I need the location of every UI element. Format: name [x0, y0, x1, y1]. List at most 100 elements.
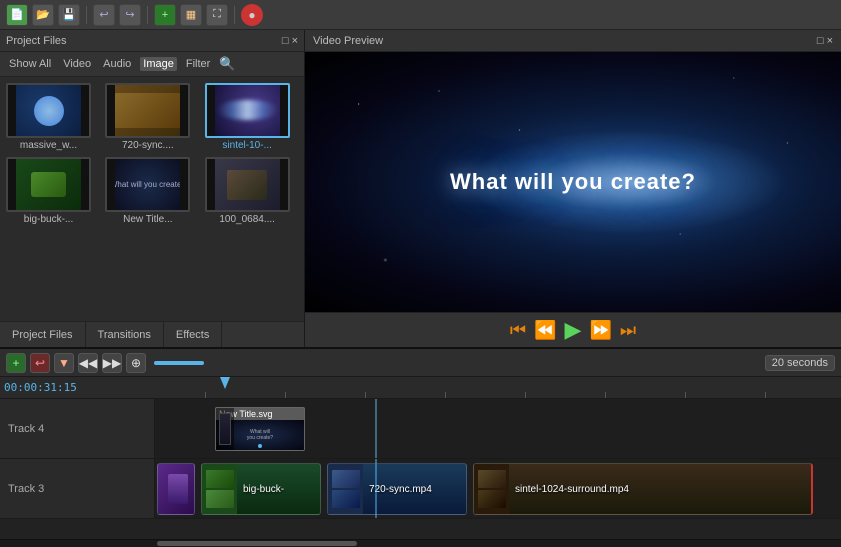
tab-effects[interactable]: Effects [164, 322, 222, 347]
header-icons: □ × [282, 35, 298, 47]
media-label-100_0684: 100_0684.... [205, 214, 290, 225]
filter-audio[interactable]: Audio [100, 57, 134, 71]
clip-sintel[interactable]: sintel-1024-surround.mp4 [473, 463, 813, 515]
clip-sintel-thumb [474, 464, 509, 514]
minimize-icon[interactable]: □ [282, 35, 289, 47]
track-row-4: Track 4 New Title.svg What willyou creat… [0, 399, 841, 459]
media-item-massive[interactable]: massive_w... [6, 83, 99, 151]
jump-end-button[interactable]: ⏭ [620, 321, 636, 339]
right-panel: Video Preview □ × What will you create? … [305, 30, 841, 347]
tab-transitions[interactable]: Transitions [86, 322, 164, 347]
remove-track-button[interactable]: ↩ [30, 353, 50, 373]
preview-close-icon[interactable]: × [827, 35, 833, 47]
add-track-button[interactable]: + [6, 353, 26, 373]
media-label-massive: massive_w... [6, 140, 91, 151]
save-button[interactable]: 💾 [58, 4, 80, 26]
media-thumb-720sync [105, 83, 190, 138]
filter-filter[interactable]: Filter [183, 57, 213, 71]
separator-2 [147, 6, 148, 24]
media-thumb-newtitle: What will you create? [105, 157, 190, 212]
next-track-button[interactable]: ▶▶ [102, 353, 122, 373]
preview-title: Video Preview [313, 35, 383, 47]
ruler-marks: 00:00:40 00:01:00 00:01:20 00:01:40 00:0… [155, 377, 841, 398]
search-icon[interactable]: 🔍 [219, 56, 235, 72]
clip-sintel-label: sintel-1024-surround.mp4 [509, 484, 811, 495]
clip-purple-thumb [158, 464, 195, 514]
new-button[interactable]: 📄 [6, 4, 28, 26]
track4-content: New Title.svg What willyou create? [155, 399, 841, 458]
track3-label: Track 3 [0, 459, 155, 518]
zoom-seconds-badge: 20 seconds [765, 355, 835, 371]
filter-image[interactable]: Image [140, 57, 177, 71]
clip-purple[interactable] [157, 463, 195, 515]
track4-label: Track 4 [0, 399, 155, 458]
open-button[interactable]: 📂 [32, 4, 54, 26]
thumb-bg-newtitle: What will you create? [107, 159, 188, 210]
thumb-bg-100_0684 [207, 159, 288, 210]
timeline-ruler: 00:00:31:15 00:00:40 00:01:00 00:01:20 0… [0, 377, 841, 399]
media-item-newtitle[interactable]: What will you create? New Title... [105, 157, 198, 225]
prev-track-button[interactable]: ◀◀ [78, 353, 98, 373]
track4-playhead [375, 399, 377, 458]
left-panel: Project Files □ × Show All Video Audio I… [0, 30, 305, 347]
timeline-tracks: Track 4 New Title.svg What willyou creat… [0, 399, 841, 539]
clip-720sync[interactable]: 720-sync.mp4 [327, 463, 467, 515]
scrollbar-thumb[interactable] [157, 541, 357, 546]
media-item-bigbuck[interactable]: big-buck-... [6, 157, 99, 225]
filter-track-button[interactable]: ▼ [54, 353, 74, 373]
timecode-display: 00:00:31:15 [4, 381, 77, 394]
filter-bar: Show All Video Audio Image Filter 🔍 [0, 52, 304, 77]
video-preview: What will you create? [305, 52, 841, 312]
media-label-bigbuck: big-buck-... [6, 214, 91, 225]
media-thumb-massive [6, 83, 91, 138]
media-label-newtitle: New Title... [105, 214, 190, 225]
preview-overlay-text: What will you create? [450, 169, 696, 195]
media-label-720sync: 720-sync.... [105, 140, 190, 151]
record-button[interactable]: ● [241, 4, 263, 26]
project-files-title: Project Files [6, 35, 67, 47]
media-thumb-bigbuck [6, 157, 91, 212]
media-label-sintel10: sintel-10-... [205, 140, 290, 151]
media-thumb-sintel10 [205, 83, 290, 138]
thumb-bg-massive [8, 85, 89, 136]
main-area: Project Files □ × Show All Video Audio I… [0, 30, 841, 347]
playback-controls: ⏮ ⏪ ▶ ⏩ ⏭ [305, 312, 841, 347]
timeline-scrollbar [0, 539, 841, 547]
thumb-bg-sintel10 [207, 85, 288, 136]
preview-header-icons: □ × [817, 35, 833, 47]
media-thumb-100_0684 [205, 157, 290, 212]
tab-project-files[interactable]: Project Files [0, 322, 86, 347]
media-item-sintel10[interactable]: sintel-10-... [205, 83, 298, 151]
rewind-button[interactable]: ⏪ [534, 321, 556, 339]
bottom-tabs: Project Files Transitions Effects [0, 321, 304, 347]
undo-button[interactable]: ↩ [93, 4, 115, 26]
fast-forward-button[interactable]: ⏩ [589, 321, 611, 339]
track3-content: big-buck- 720-sync.mp4 [155, 459, 841, 518]
track-row-3: Track 3 [0, 459, 841, 519]
clip-720-thumb [328, 464, 363, 514]
play-button[interactable]: ▶ [565, 319, 582, 341]
layers-button[interactable]: ▦ [180, 4, 202, 26]
zoom-slider[interactable] [154, 361, 204, 365]
add-button[interactable]: + [154, 4, 176, 26]
redo-button[interactable]: ↪ [119, 4, 141, 26]
separator-1 [86, 6, 87, 24]
filter-video[interactable]: Video [60, 57, 94, 71]
center-track-button[interactable]: ⊕ [126, 353, 146, 373]
timeline: + ↩ ▼ ◀◀ ▶▶ ⊕ 20 seconds 00:00:31:15 00:… [0, 347, 841, 547]
media-item-100_0684[interactable]: 100_0684.... [205, 157, 298, 225]
close-icon[interactable]: × [292, 35, 298, 47]
clip-720-label: 720-sync.mp4 [363, 484, 466, 495]
clip-bigbuck[interactable]: big-buck- [201, 463, 321, 515]
fullscreen-button[interactable]: ⛶ [206, 4, 228, 26]
clip-bigbuck-thumb [202, 464, 237, 514]
filter-show-all[interactable]: Show All [6, 57, 54, 71]
timeline-toolbar: + ↩ ▼ ◀◀ ▶▶ ⊕ 20 seconds [0, 349, 841, 377]
thumb-bg-bigbuck [8, 159, 89, 210]
project-files-header: Project Files □ × [0, 30, 304, 52]
jump-start-button[interactable]: ⏮ [510, 321, 526, 339]
newtitle-clip[interactable]: New Title.svg What willyou create? [215, 407, 305, 451]
preview-minimize-icon[interactable]: □ [817, 35, 824, 47]
thumb-bg-720sync [107, 85, 188, 136]
media-item-720sync[interactable]: 720-sync.... [105, 83, 198, 151]
